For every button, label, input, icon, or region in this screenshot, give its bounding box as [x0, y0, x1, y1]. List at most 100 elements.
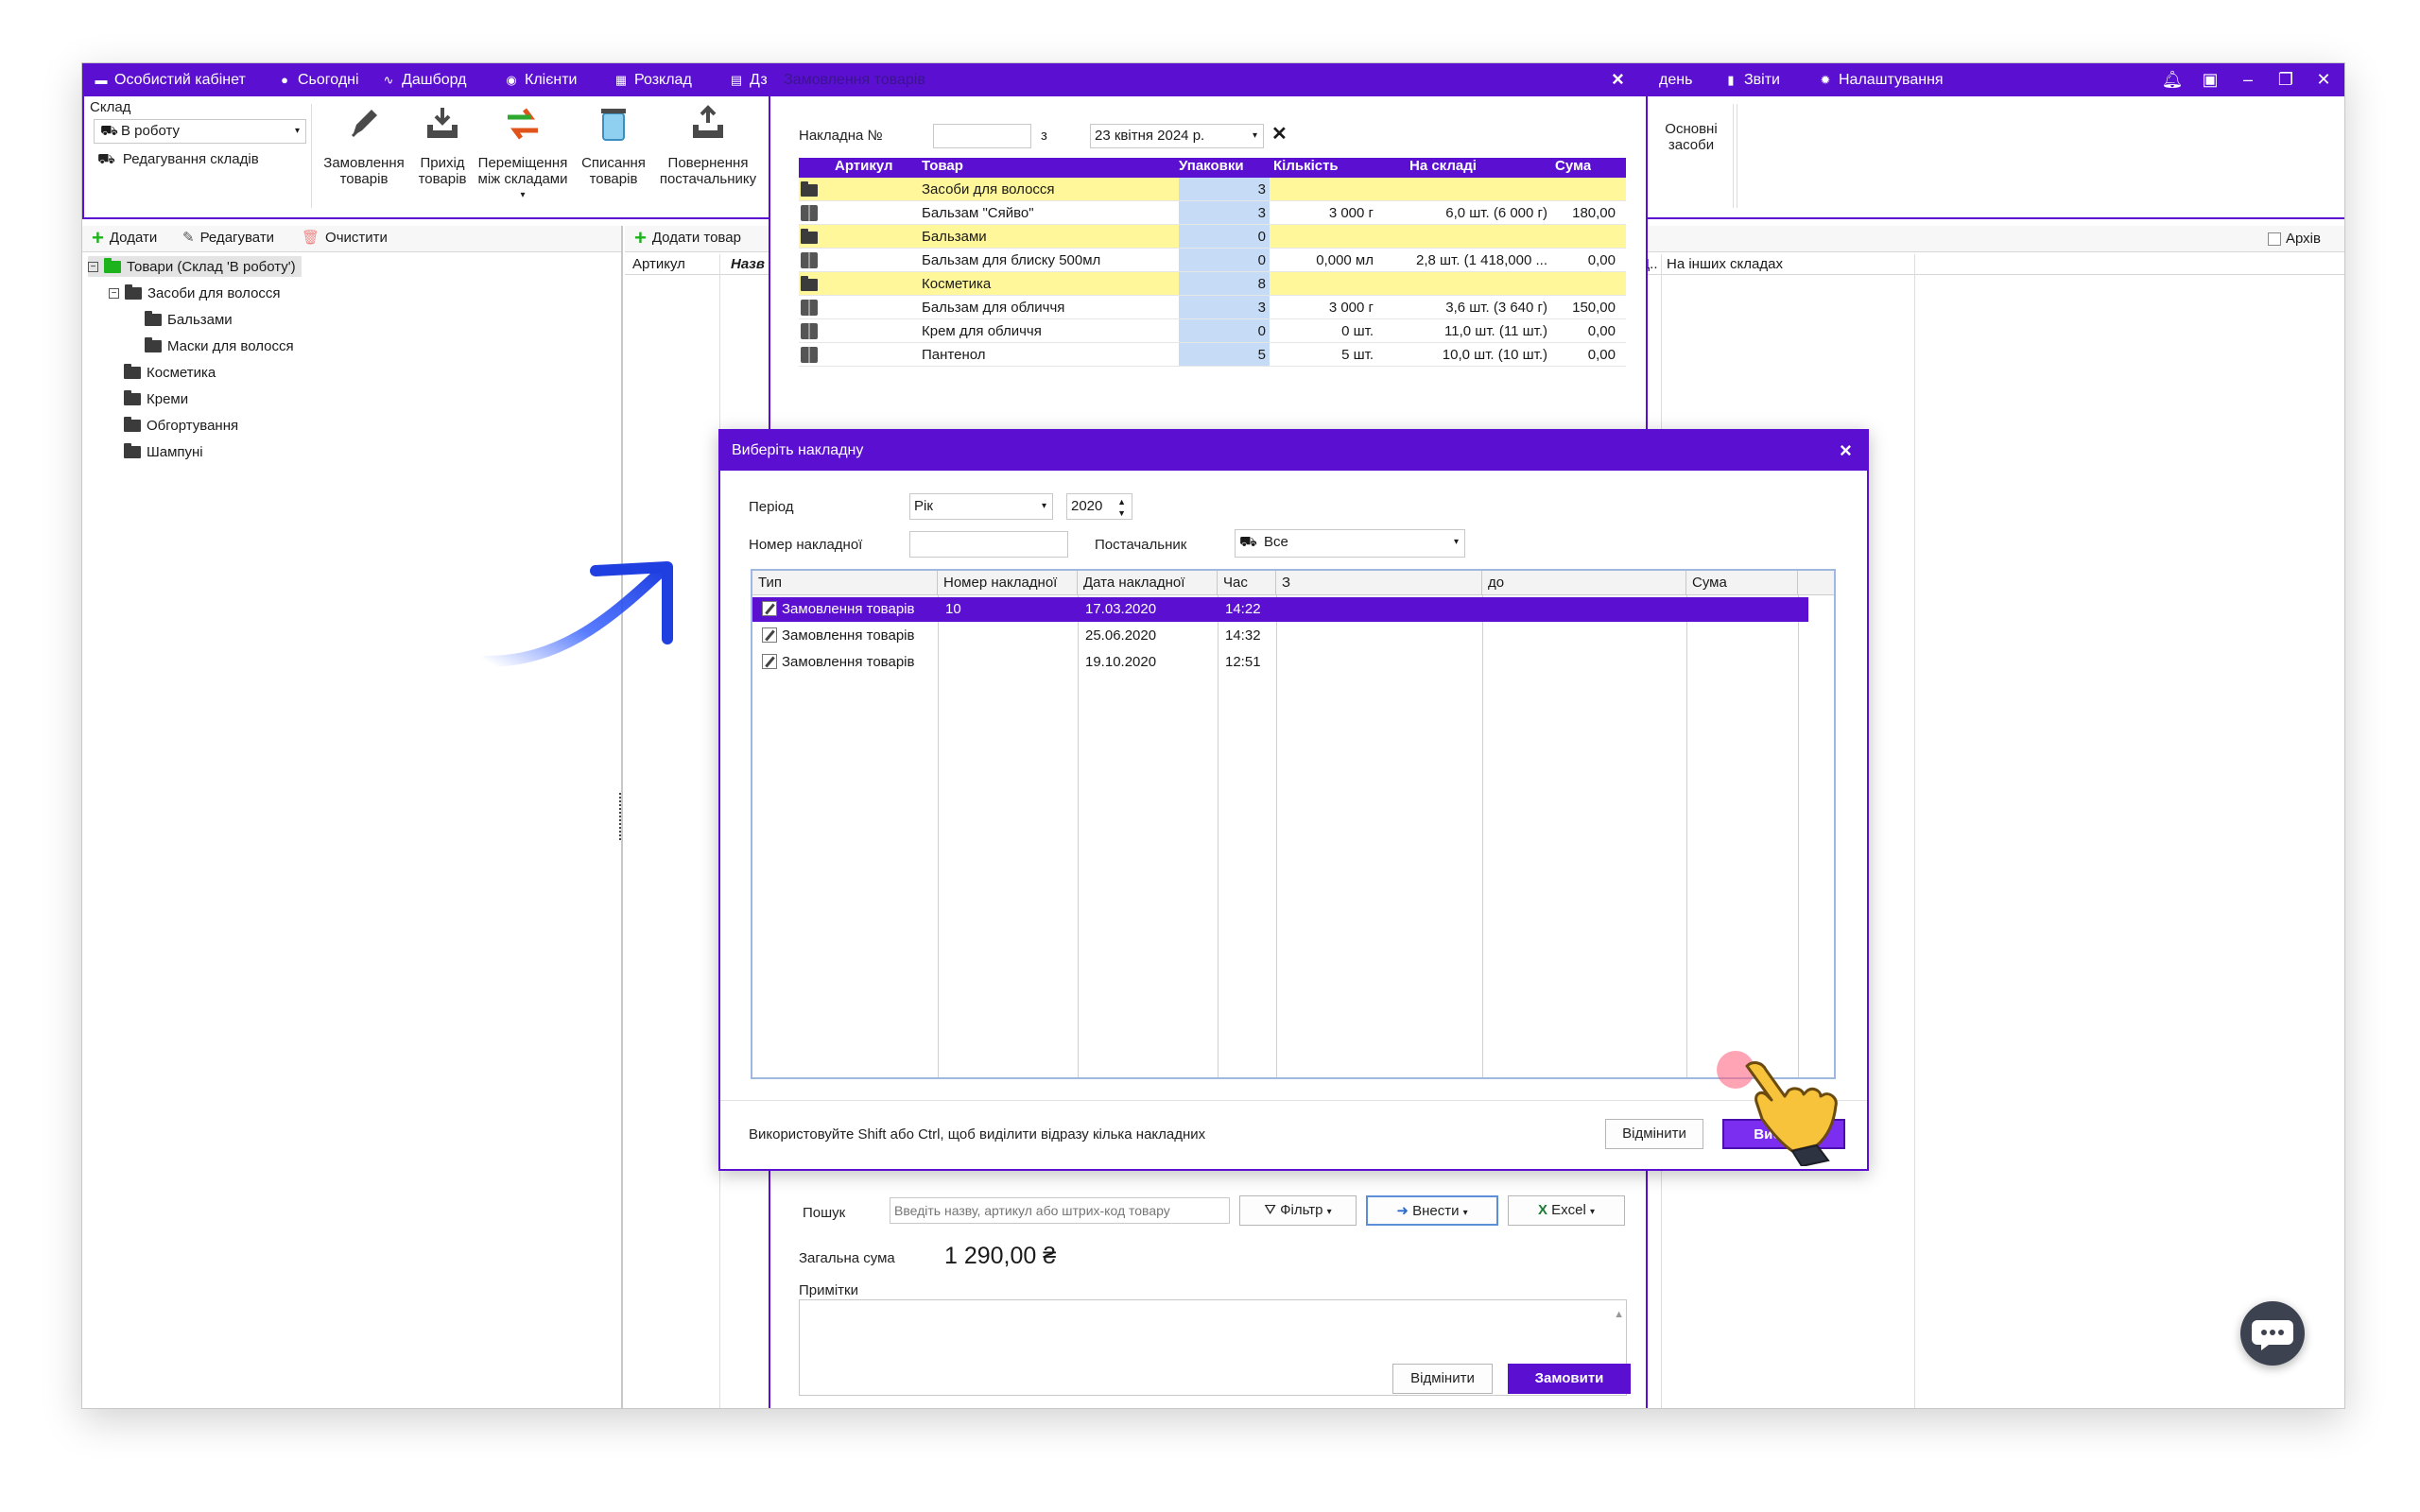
nav-dashboard[interactable]: ∿ Дашборд: [381, 63, 467, 96]
bell-icon[interactable]: 🔔︎: [2158, 63, 2187, 96]
lock-icon[interactable]: ▣: [2196, 63, 2224, 96]
col-from[interactable]: З: [1276, 571, 1482, 595]
tree-item-balms[interactable]: Бальзами: [145, 309, 233, 330]
scroll-up-icon[interactable]: ▲: [1614, 1302, 1624, 1327]
order-item-row[interactable]: Бальзам для обличчя 3 3 000 г 3,6 шт. (3 64…: [799, 296, 1626, 319]
pulse-icon: ∿: [383, 72, 394, 87]
invoice-row[interactable]: Замовлення товарів 25.06.2020 14:32: [752, 624, 1808, 648]
chevron-down-icon: ▾: [294, 126, 300, 136]
invoice-row[interactable]: Замовлення товарів 10 17.03.2020 14:22: [752, 597, 1808, 622]
year-value: 2020: [1071, 498, 1103, 514]
order-cell-packages[interactable]: 3: [1179, 201, 1270, 224]
clear-date-icon[interactable]: ✕: [1271, 122, 1288, 146]
col-sum[interactable]: Сума: [1686, 571, 1798, 595]
order-cell-packages[interactable]: 3: [1179, 178, 1270, 200]
nav-personal-cabinet[interactable]: ▬ Особистий кабінет: [94, 63, 246, 96]
notes-textarea[interactable]: ▲ ▼: [799, 1299, 1627, 1396]
edit-category-button[interactable]: ✎ Редагувати: [182, 226, 274, 250]
order-cell-packages[interactable]: 0: [1179, 225, 1270, 248]
clear-button[interactable]: 🗑︎ Очистити: [302, 226, 388, 250]
warehouse-select[interactable]: ⛟ В роботу ▾: [94, 119, 306, 144]
order-cell-product: Бальзам "Сяйво": [922, 205, 1034, 221]
search-input[interactable]: [890, 1197, 1230, 1224]
col-number[interactable]: Номер накладної: [938, 571, 1078, 595]
period-value: Рік: [914, 498, 933, 514]
order-cell-packages[interactable]: 0: [1179, 249, 1270, 271]
tree-root[interactable]: − Товари (Склад 'В роботу'): [88, 256, 302, 277]
order-goods-button[interactable]: Замовлення товарів: [317, 104, 411, 187]
invoice-row[interactable]: Замовлення товарів 19.10.2020 12:51: [752, 650, 1808, 675]
folder-icon: [801, 181, 818, 197]
collapse-icon[interactable]: −: [88, 261, 98, 272]
filter-button[interactable]: ⛛ Фільтр ▾: [1239, 1195, 1357, 1226]
fixed-assets-button[interactable]: Основні засоби: [1653, 121, 1729, 153]
order-item-row[interactable]: Пантенол 5 5 шт. 10,0 шт. (10 шт.) 0,00: [799, 343, 1626, 367]
cancel-button[interactable]: Відмінити: [1605, 1119, 1703, 1149]
order-item-row[interactable]: Бальзам "Сяйво" 3 3 000 г 6,0 шт. (6 000 г)…: [799, 201, 1626, 225]
edit-warehouses-button[interactable]: ⛟ Редагування складів: [97, 151, 259, 169]
close-icon[interactable]: ✕: [2309, 63, 2338, 96]
folder-icon: [124, 416, 141, 432]
nav-today[interactable]: ● Сьогодні: [277, 63, 358, 96]
add-product-button[interactable]: + Додати товар: [634, 226, 741, 250]
minimize-icon[interactable]: –: [2234, 63, 2262, 96]
restore-icon[interactable]: ❐: [2272, 63, 2300, 96]
ribbon-label: Основні: [1665, 121, 1718, 137]
tree-item-wraps[interactable]: Обгортування: [124, 415, 238, 436]
transfer-between-warehouses-button[interactable]: Переміщення між складами ▾: [470, 104, 576, 203]
gear-icon: ✹: [1820, 72, 1831, 87]
archive-checkbox[interactable]: Архів: [2268, 231, 2321, 247]
tree-item-shampoos[interactable]: Шампуні: [124, 441, 203, 462]
filter-icon: ⛛: [1264, 1202, 1276, 1218]
stepper-arrows-icon[interactable]: ▲ ▼: [1117, 496, 1126, 519]
close-icon[interactable]: ×: [1612, 67, 1624, 92]
invoice-number-input[interactable]: [933, 124, 1031, 148]
col-type[interactable]: Тип: [752, 571, 938, 595]
chat-button[interactable]: [2240, 1301, 2305, 1366]
nav-clients[interactable]: ◉ Клієнти: [504, 63, 577, 96]
add-category-button[interactable]: + Додати: [92, 226, 157, 250]
invoice-number-input[interactable]: [909, 531, 1068, 558]
folder-icon: [801, 276, 818, 291]
close-icon[interactable]: ×: [1840, 438, 1852, 463]
nav-reports[interactable]: ▮ Звіти: [1723, 63, 1780, 96]
tree-item-masks[interactable]: Маски для волосся: [145, 335, 294, 356]
insert-button[interactable]: ➜ Внести ▾: [1366, 1195, 1498, 1226]
order-group-row[interactable]: Бальзами 0: [799, 225, 1626, 249]
write-off-button[interactable]: Списання товарів: [574, 104, 653, 187]
nav-schedule[interactable]: ▦ Розклад: [614, 63, 692, 96]
collapse-icon[interactable]: −: [109, 287, 119, 299]
order-cell-packages[interactable]: 5: [1179, 343, 1270, 366]
col-to[interactable]: до: [1482, 571, 1686, 595]
nav-dz[interactable]: ▤ Дз: [729, 63, 768, 96]
nav-label: Особистий кабінет: [114, 72, 246, 88]
nav-settings[interactable]: ✹ Налаштування: [1818, 63, 1944, 96]
order-submit-button[interactable]: Замовити: [1508, 1364, 1631, 1394]
splitter-handle[interactable]: [619, 793, 623, 840]
tree-item-hair[interactable]: − Засоби для волосся: [109, 283, 281, 303]
period-select[interactable]: Рік ▾: [909, 493, 1053, 520]
supplier-select[interactable]: ⛟ Все ▾: [1235, 529, 1465, 558]
order-cancel-button[interactable]: Відмінити: [1392, 1364, 1493, 1394]
order-group-row[interactable]: Засоби для волосся 3: [799, 178, 1626, 201]
excel-button[interactable]: X Excel ▾: [1508, 1195, 1625, 1226]
year-stepper[interactable]: 2020 ▲ ▼: [1066, 493, 1132, 520]
invoice-date-cell: 17.03.2020: [1085, 601, 1157, 617]
order-item-row[interactable]: Крем для обличчя 0 0 шт. 11,0 шт. (11 шт.) 0…: [799, 319, 1626, 343]
order-group-row[interactable]: Косметика 8: [799, 272, 1626, 296]
col-time[interactable]: Час: [1218, 571, 1276, 595]
col-date[interactable]: Дата накладної: [1078, 571, 1218, 595]
pencil-icon: [351, 110, 377, 138]
goods-arrival-button[interactable]: Прихід товарів: [409, 104, 475, 187]
order-cell-packages[interactable]: 8: [1179, 272, 1270, 295]
date-picker[interactable]: 23 квітня 2024 р. ▾: [1090, 124, 1264, 148]
nav-day[interactable]: день: [1659, 63, 1692, 96]
invoice-type-label: Замовлення товарів: [782, 601, 915, 617]
tree-item-cosmetics[interactable]: Косметика: [124, 362, 216, 383]
return-to-supplier-button[interactable]: Повернення постачальнику: [655, 104, 761, 187]
tree-item-creams[interactable]: Креми: [124, 388, 188, 409]
checkbox-box[interactable]: [2268, 232, 2281, 246]
order-cell-packages[interactable]: 0: [1179, 319, 1270, 342]
order-item-row[interactable]: Бальзам для блиску 500мл 0 0,000 мл 2,8 шт.…: [799, 249, 1626, 272]
order-cell-packages[interactable]: 3: [1179, 296, 1270, 318]
